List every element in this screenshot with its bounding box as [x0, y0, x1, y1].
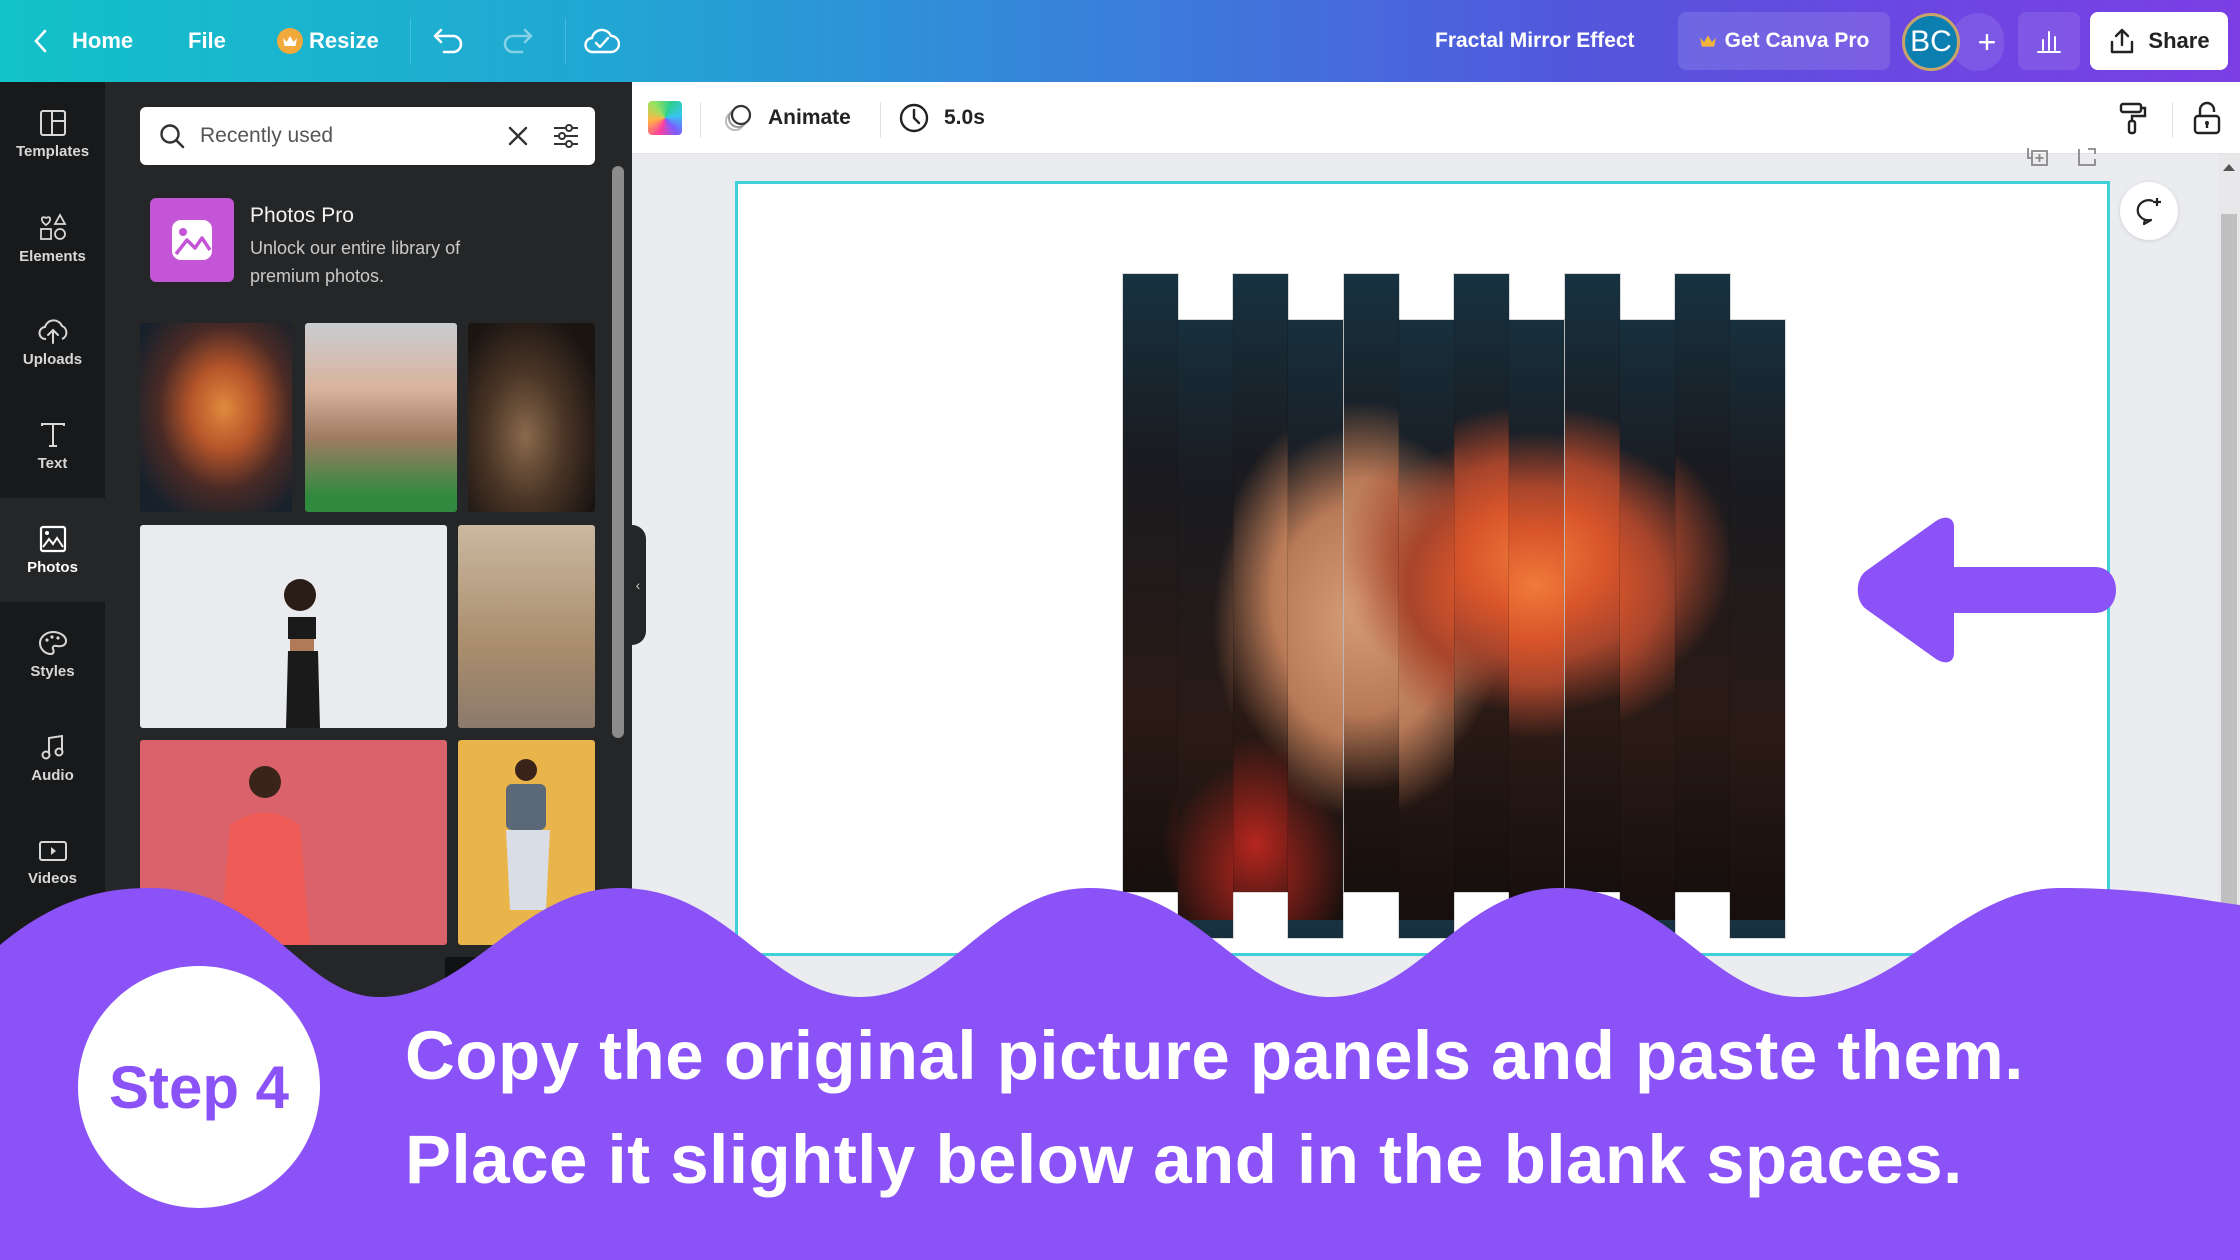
- instruction-line-2: Place it slightly below and in the blank…: [405, 1121, 1963, 1198]
- step-label: Step 4: [108, 1053, 290, 1121]
- step-badge: Step 4: [78, 966, 320, 1208]
- canva-editor-screen: Home File Resize Fractal Mirror Effect G…: [0, 0, 2240, 1260]
- instruction-line-1: Copy the original picture panels and pas…: [405, 1017, 2024, 1094]
